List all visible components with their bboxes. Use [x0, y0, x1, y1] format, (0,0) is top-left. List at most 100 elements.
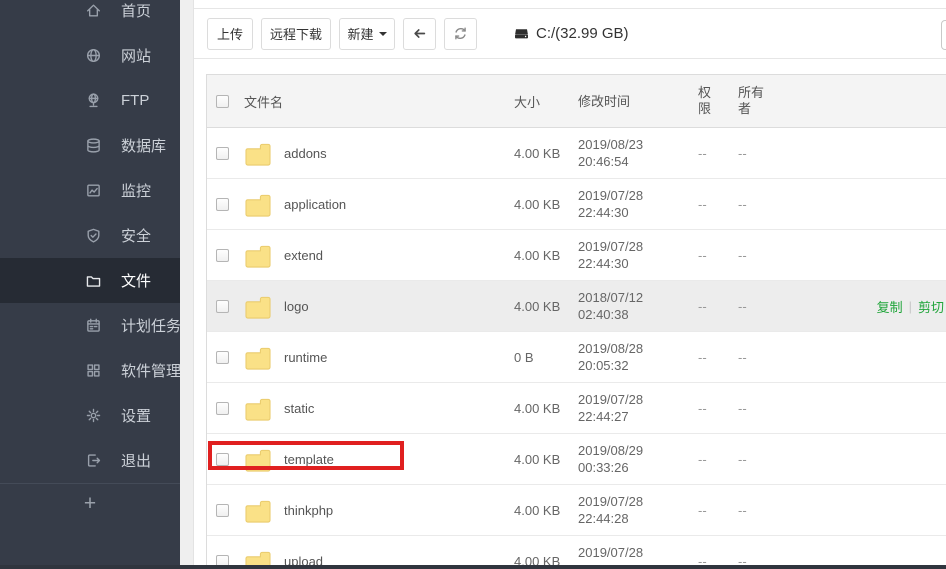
grid-icon	[85, 362, 102, 379]
hard-drive-icon	[513, 26, 536, 42]
toolbar: 上传 远程下载 新建 C:/(32.99 GB)	[194, 8, 946, 59]
file-name[interactable]: static	[284, 401, 314, 416]
remote-download-button[interactable]: 远程下载	[261, 18, 331, 50]
file-mtime: 2019/07/28 22:44:30	[576, 238, 696, 272]
back-button[interactable]	[403, 18, 436, 50]
row-checkbox[interactable]	[216, 504, 229, 517]
home-icon	[85, 2, 102, 19]
table-row[interactable]: upload 4.00 KB 2019/07/28 22:44:28 -- --	[207, 535, 946, 569]
sidebar-item-config[interactable]: 设置	[0, 393, 180, 438]
refresh-button[interactable]	[444, 18, 477, 50]
table-row[interactable]: static 4.00 KB 2019/07/28 22:44:27 -- --	[207, 382, 946, 433]
sidebar-divider	[0, 483, 180, 484]
file-owner: --	[736, 146, 776, 161]
mtime-date: 2019/07/28	[578, 391, 696, 408]
file-manager-window: 首页 网站 FTP 数据库 监控 安全 文件 计划任务 软件管理 设置 退出 +…	[0, 0, 946, 569]
sidebar-item-label: 计划任务	[121, 315, 181, 336]
row-checkbox[interactable]	[216, 147, 229, 160]
new-dropdown-button[interactable]: 新建	[339, 18, 395, 50]
sidebar-item-monitor[interactable]: 监控	[0, 168, 180, 213]
mtime-time: 22:44:30	[578, 255, 696, 272]
globe-icon	[85, 47, 102, 64]
table-row[interactable]: application 4.00 KB 2019/07/28 22:44:30 …	[207, 178, 946, 229]
file-owner: --	[736, 401, 776, 416]
upload-button[interactable]: 上传	[207, 18, 253, 50]
table-row[interactable]: extend 4.00 KB 2019/07/28 22:44:30 -- --	[207, 229, 946, 280]
disk-selector[interactable]: C:/(32.99 GB)	[513, 25, 629, 42]
file-mtime: 2019/07/28 22:44:28	[576, 493, 696, 527]
mtime-time: 20:05:32	[578, 357, 696, 374]
folder-icon	[243, 498, 273, 523]
mtime-time: 00:33:26	[578, 459, 696, 476]
mtime-time: 22:44:27	[578, 408, 696, 425]
folder-icon	[243, 396, 273, 421]
path-input[interactable]	[941, 20, 946, 50]
file-name[interactable]: addons	[284, 146, 327, 161]
file-owner: --	[736, 452, 776, 467]
file-name[interactable]: logo	[284, 299, 309, 314]
table-row[interactable]: thinkphp 4.00 KB 2019/07/28 22:44:28 -- …	[207, 484, 946, 535]
table-row[interactable]: runtime 0 B 2019/08/28 20:05:32 -- --	[207, 331, 946, 382]
folder-icon	[243, 447, 273, 472]
copy-link[interactable]: 复制	[877, 297, 903, 316]
table-header-row: 文件名 大小 修改时间 权限 所有者	[207, 75, 946, 127]
database-icon	[85, 137, 102, 154]
sidebar-item-ftp[interactable]: FTP	[0, 78, 180, 123]
file-perm: --	[696, 146, 736, 161]
mtime-date: 2019/07/28	[578, 238, 696, 255]
header-mtime[interactable]: 修改时间	[576, 93, 696, 110]
sidebar-item-logout[interactable]: 退出	[0, 438, 180, 483]
add-menu-button[interactable]: +	[0, 489, 180, 519]
mtime-date: 2019/07/28	[578, 187, 696, 204]
cut-link[interactable]: 剪切	[918, 297, 944, 316]
row-checkbox[interactable]	[216, 453, 229, 466]
mtime-date: 2019/08/23	[578, 136, 696, 153]
sidebar-nav: 首页 网站 FTP 数据库 监控 安全 文件 计划任务 软件管理 设置 退出	[0, 0, 180, 483]
sidebar-item-security[interactable]: 安全	[0, 213, 180, 258]
row-checkbox[interactable]	[216, 198, 229, 211]
file-size: 4.00 KB	[512, 197, 576, 212]
row-actions: 复制|剪切	[776, 297, 946, 316]
calendar-icon	[85, 317, 102, 334]
select-all-checkbox[interactable]	[216, 95, 229, 108]
row-checkbox[interactable]	[216, 249, 229, 262]
table-row[interactable]: logo 4.00 KB 2018/07/12 02:40:38 -- -- 复…	[207, 280, 946, 331]
row-checkbox[interactable]	[216, 351, 229, 364]
sidebar-item-cron[interactable]: 计划任务	[0, 303, 180, 348]
header-file-name[interactable]: 文件名	[244, 92, 283, 111]
sidebar-item-home[interactable]: 首页	[0, 0, 180, 33]
file-size: 4.00 KB	[512, 452, 576, 467]
file-name[interactable]: runtime	[284, 350, 327, 365]
sidebar-item-soft[interactable]: 软件管理	[0, 348, 180, 393]
table-row[interactable]: template 4.00 KB 2019/08/29 00:33:26 -- …	[207, 433, 946, 484]
file-name[interactable]: extend	[284, 248, 323, 263]
mtime-date: 2018/07/12	[578, 289, 696, 306]
header-perm[interactable]: 权限	[698, 85, 713, 117]
folder-icon	[243, 192, 273, 217]
row-checkbox[interactable]	[216, 402, 229, 415]
file-mtime: 2019/08/23 20:46:54	[576, 136, 696, 170]
file-perm: --	[696, 503, 736, 518]
folder-icon	[85, 272, 102, 289]
sidebar-item-database[interactable]: 数据库	[0, 123, 180, 168]
file-name[interactable]: thinkphp	[284, 503, 333, 518]
table-row[interactable]: addons 4.00 KB 2019/08/23 20:46:54 -- --	[207, 127, 946, 178]
sidebar-item-label: 网站	[121, 45, 151, 66]
header-owner[interactable]: 所有者	[738, 85, 766, 117]
file-size: 4.00 KB	[512, 503, 576, 518]
sidebar-item-files[interactable]: 文件	[0, 258, 180, 303]
file-owner: --	[736, 248, 776, 263]
sidebar-item-label: 退出	[121, 450, 151, 471]
header-size[interactable]: 大小	[512, 92, 576, 111]
sidebar-gutter	[180, 0, 194, 569]
file-size: 4.00 KB	[512, 146, 576, 161]
sidebar-item-site[interactable]: 网站	[0, 33, 180, 78]
file-name[interactable]: application	[284, 197, 346, 212]
mtime-time: 20:46:54	[578, 153, 696, 170]
file-name[interactable]: template	[284, 452, 334, 467]
file-mtime: 2019/07/28 22:44:27	[576, 391, 696, 425]
file-size: 0 B	[512, 350, 576, 365]
mtime-date: 2019/08/29	[578, 442, 696, 459]
row-checkbox[interactable]	[216, 300, 229, 313]
file-perm: --	[696, 350, 736, 365]
